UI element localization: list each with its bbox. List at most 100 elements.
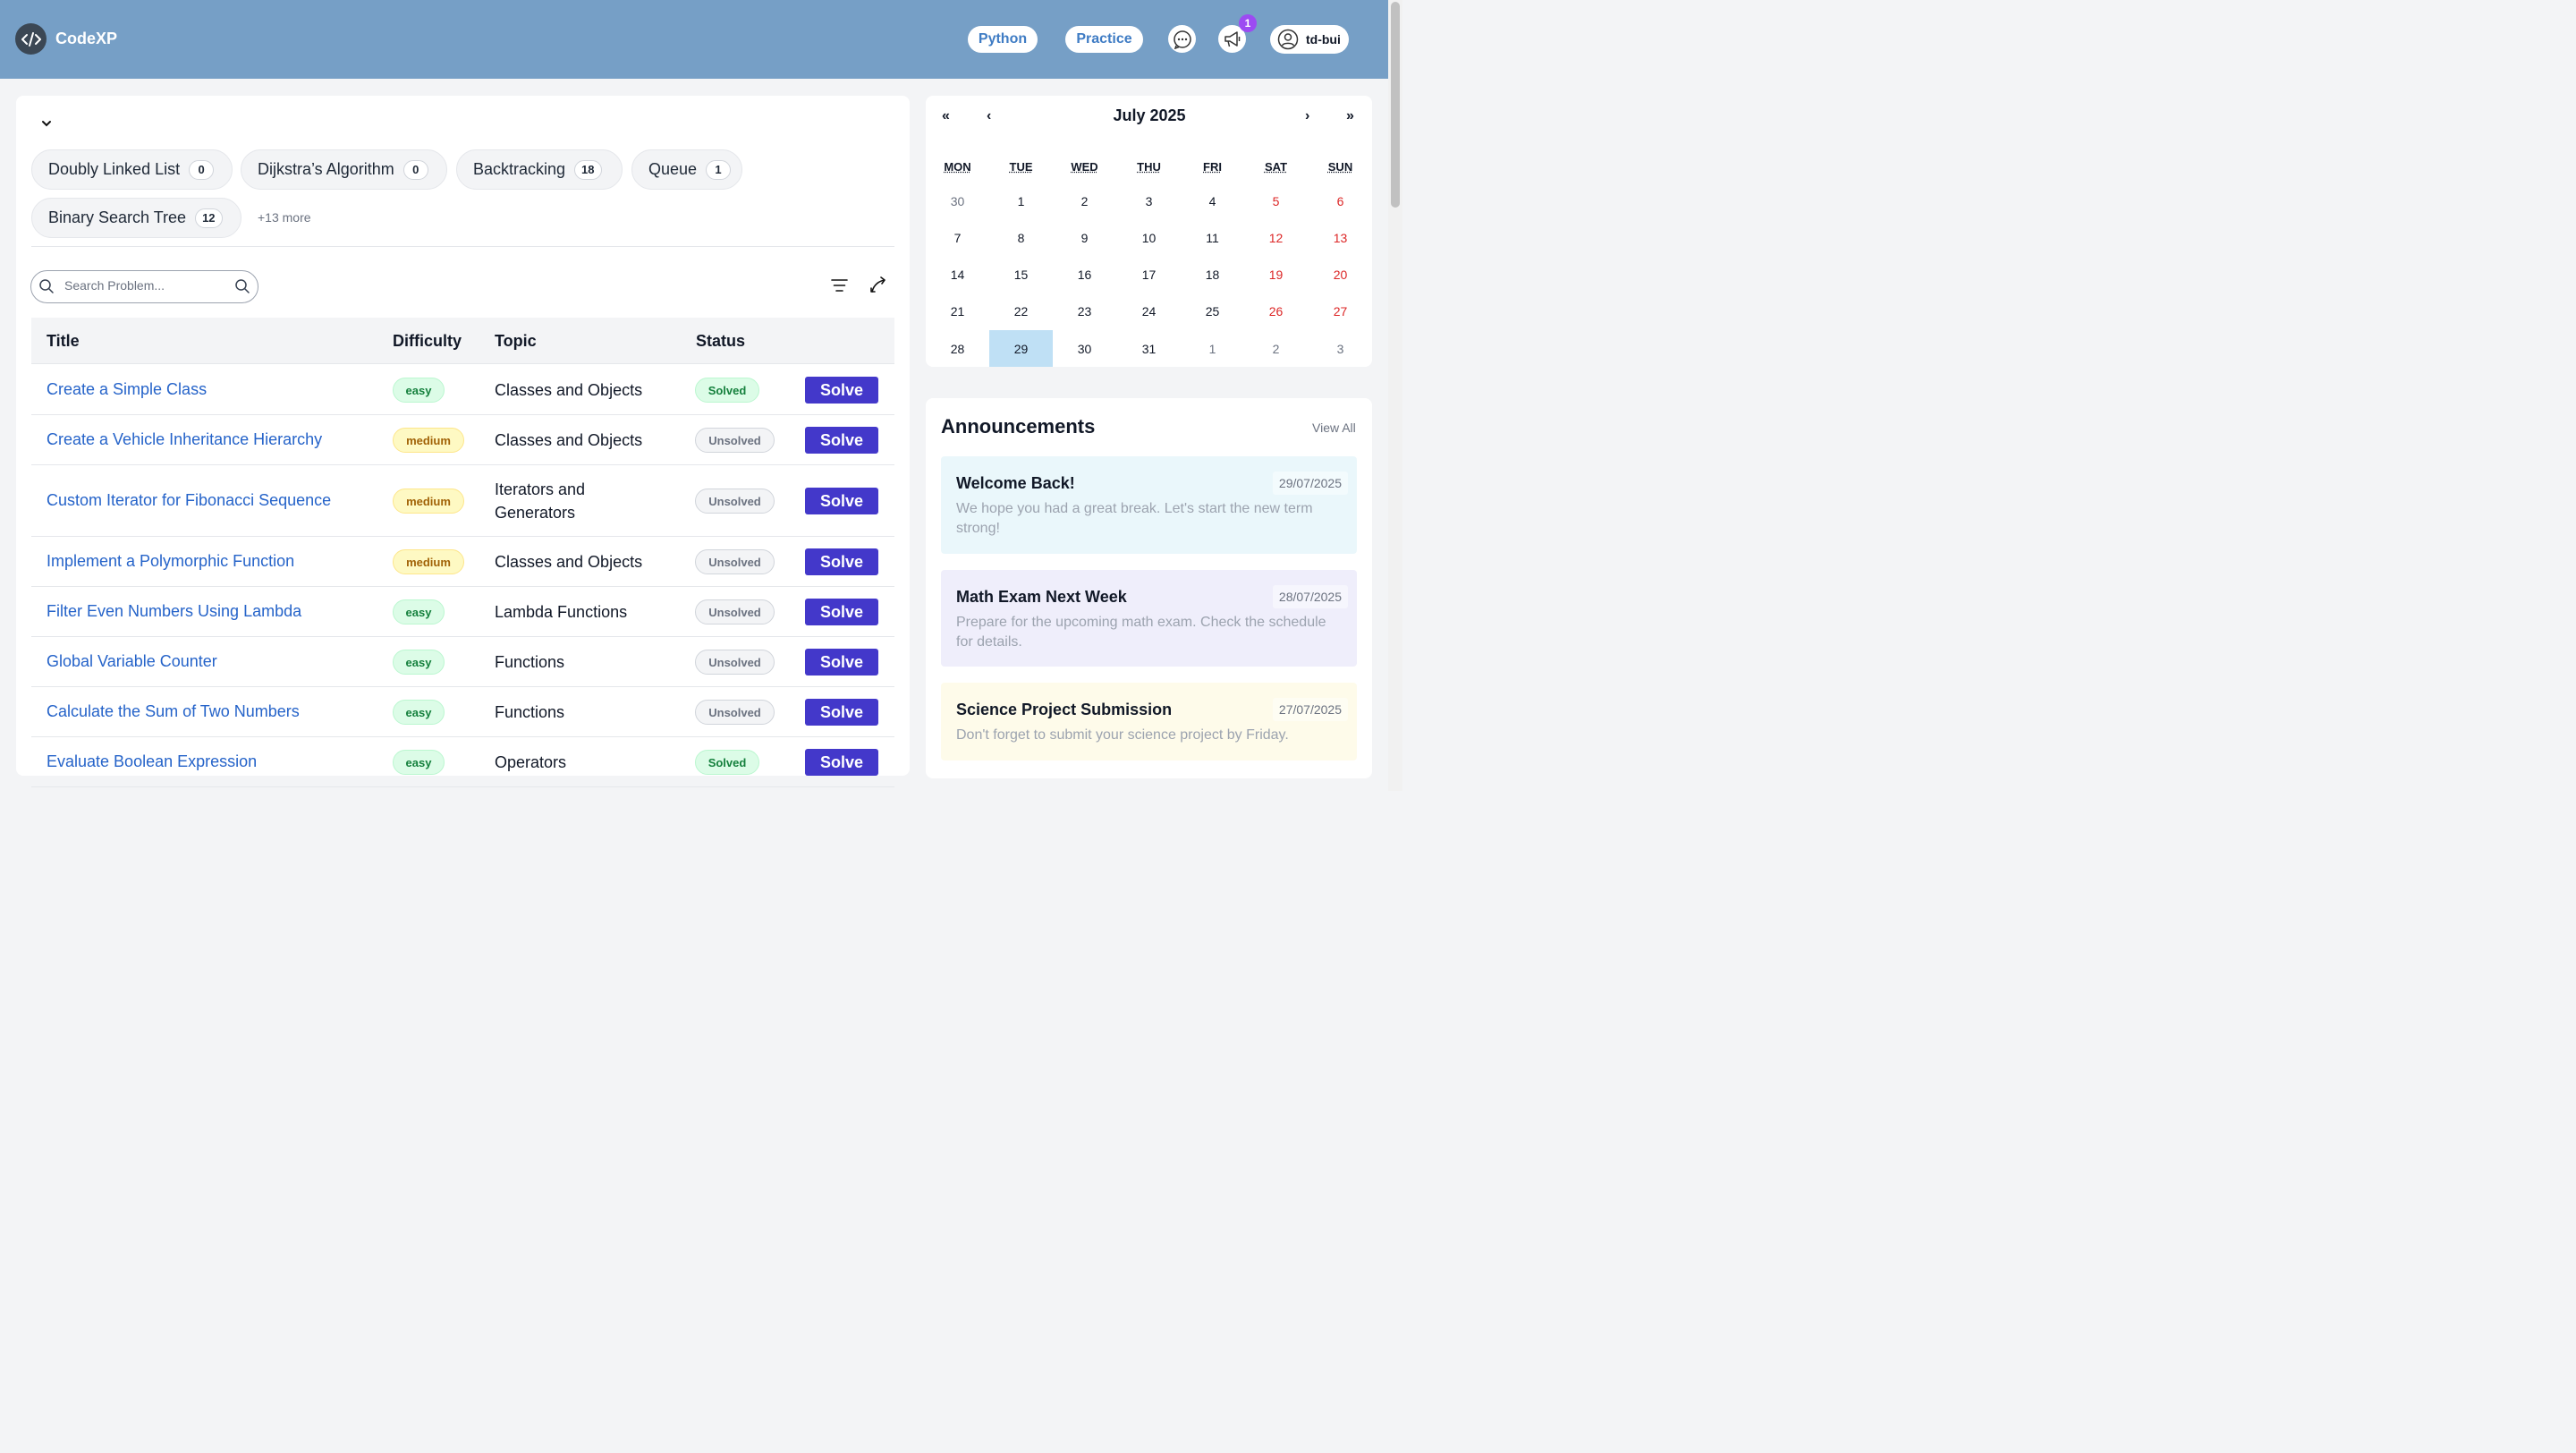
- calendar-next-month-button[interactable]: ›: [1305, 108, 1309, 124]
- problem-title-link[interactable]: Custom Iterator for Fibonacci Sequence: [47, 491, 331, 510]
- language-button[interactable]: Python: [968, 26, 1038, 53]
- calendar-day[interactable]: 16: [1053, 256, 1116, 293]
- calendar-day[interactable]: 28: [926, 330, 989, 367]
- calendar-day[interactable]: 2: [1053, 183, 1116, 219]
- tag-label: Queue: [648, 160, 698, 178]
- chat-button[interactable]: [1168, 25, 1196, 53]
- calendar-day[interactable]: 30: [1053, 330, 1116, 367]
- topic-cell: Lambda Functions: [495, 603, 628, 621]
- calendar-day[interactable]: 12: [1244, 219, 1308, 256]
- calendar-day[interactable]: 19: [1244, 256, 1308, 293]
- announcement-title: Welcome Back!: [956, 474, 1075, 492]
- more-tags-link[interactable]: +13 more: [258, 210, 311, 225]
- search-icon: [39, 279, 54, 293]
- calendar-prev-month-button[interactable]: ‹: [987, 108, 991, 124]
- calendar-next-year-button[interactable]: »: [1346, 108, 1354, 124]
- problem-title-link[interactable]: Create a Simple Class: [47, 380, 207, 399]
- column-header-status[interactable]: Status: [696, 332, 745, 351]
- chevron-down-icon[interactable]: [39, 116, 54, 131]
- calendar-day[interactable]: 1: [989, 183, 1053, 219]
- calendar-day[interactable]: 17: [1117, 256, 1181, 293]
- solve-button[interactable]: Solve: [805, 548, 878, 575]
- calendar-day[interactable]: 18: [1181, 256, 1244, 293]
- solve-button[interactable]: Solve: [805, 377, 878, 404]
- app-name: CodeXP: [55, 30, 118, 47]
- tag-chip[interactable]: Binary Search Tree 12: [31, 198, 242, 238]
- announcement-card[interactable]: Math Exam Next Week 28/07/2025 Prepare f…: [941, 570, 1357, 667]
- calendar-day[interactable]: 31: [1117, 330, 1181, 367]
- announcement-card[interactable]: Welcome Back! 29/07/2025 We hope you had…: [941, 456, 1357, 554]
- announcement-body: Don't forget to submit your science proj…: [956, 727, 1289, 743]
- search-submit-icon[interactable]: [234, 278, 250, 294]
- scrollbar-thumb[interactable]: [1391, 2, 1400, 208]
- calendar-day[interactable]: 14: [926, 256, 989, 293]
- calendar-day[interactable]: 20: [1309, 256, 1372, 293]
- calendar-prev-year-button[interactable]: «: [942, 108, 950, 124]
- calendar-day[interactable]: 23: [1053, 293, 1116, 329]
- calendar-day[interactable]: 3: [1309, 330, 1372, 367]
- calendar-day[interactable]: 4: [1181, 183, 1244, 219]
- calendar-day[interactable]: 29: [989, 330, 1053, 367]
- calendar-day[interactable]: 25: [1181, 293, 1244, 329]
- problem-title-link[interactable]: Global Variable Counter: [47, 652, 217, 671]
- calendar-day[interactable]: 11: [1181, 219, 1244, 256]
- solve-button[interactable]: Solve: [805, 699, 878, 726]
- tag-label: Doubly Linked List: [48, 160, 181, 178]
- tag-chip[interactable]: Queue 1: [631, 149, 742, 190]
- column-header-difficulty[interactable]: Difficulty: [393, 332, 462, 351]
- calendar-day[interactable]: 2: [1244, 330, 1308, 367]
- calendar-day[interactable]: 8: [989, 219, 1053, 256]
- calendar-day[interactable]: 10: [1117, 219, 1181, 256]
- topic-cell: Functions: [495, 703, 565, 721]
- problem-title-link[interactable]: Create a Vehicle Inheritance Hierarchy: [47, 430, 322, 449]
- calendar-day[interactable]: 6: [1309, 183, 1372, 219]
- calendar-day[interactable]: 9: [1053, 219, 1116, 256]
- calendar-day[interactable]: 22: [989, 293, 1053, 329]
- topic-cell: Classes and Objects: [495, 553, 643, 571]
- status-badge: Unsolved: [695, 650, 775, 675]
- calendar-day[interactable]: 15: [989, 256, 1053, 293]
- calendar-day[interactable]: 21: [926, 293, 989, 329]
- column-header-topic[interactable]: Topic: [495, 332, 537, 351]
- announcement-card[interactable]: Science Project Submission 27/07/2025 Do…: [941, 683, 1357, 760]
- announcements-heading: Announcements: [941, 415, 1096, 438]
- practice-button[interactable]: Practice: [1065, 26, 1143, 53]
- problem-title-link[interactable]: Filter Even Numbers Using Lambda: [47, 602, 301, 621]
- topic-cell: Classes and Objects: [495, 431, 643, 449]
- user-menu-button[interactable]: td-bui: [1270, 25, 1349, 54]
- filter-lines-icon[interactable]: [831, 278, 848, 293]
- row-divider: [31, 736, 894, 737]
- status-badge: Solved: [695, 378, 759, 403]
- status-badge: Solved: [695, 750, 759, 775]
- view-all-link[interactable]: View All: [1312, 421, 1356, 435]
- tag-chip[interactable]: Backtracking 18: [456, 149, 623, 190]
- solve-button[interactable]: Solve: [805, 599, 878, 625]
- tag-chip[interactable]: Doubly Linked List 0: [31, 149, 233, 190]
- tag-label: Backtracking: [473, 160, 566, 178]
- calendar-month-label[interactable]: July 2025: [1105, 106, 1194, 125]
- calendar-day[interactable]: 24: [1117, 293, 1181, 329]
- calendar-day[interactable]: 26: [1244, 293, 1308, 329]
- sort-arrows-icon[interactable]: [869, 276, 887, 294]
- weekday-label: TUE: [1009, 160, 1033, 174]
- problem-title-link[interactable]: Evaluate Boolean Expression: [47, 752, 257, 771]
- tag-count: 1: [706, 159, 732, 180]
- solve-button[interactable]: Solve: [805, 649, 878, 676]
- calendar-day[interactable]: 30: [926, 183, 989, 219]
- difficulty-badge: easy: [393, 650, 445, 675]
- calendar-day[interactable]: 27: [1309, 293, 1372, 329]
- calendar-day[interactable]: 13: [1309, 219, 1372, 256]
- problem-title-link[interactable]: Implement a Polymorphic Function: [47, 552, 294, 571]
- column-header-title[interactable]: Title: [47, 332, 80, 351]
- calendar-day[interactable]: 3: [1117, 183, 1181, 219]
- calendar-day[interactable]: 7: [926, 219, 989, 256]
- calendar-day[interactable]: 5: [1244, 183, 1308, 219]
- app-logo[interactable]: CodeXP: [15, 23, 117, 55]
- solve-button[interactable]: Solve: [805, 427, 878, 454]
- solve-button[interactable]: Solve: [805, 488, 878, 514]
- announcement-date: 28/07/2025: [1272, 585, 1348, 608]
- tag-chip[interactable]: Dijkstra’s Algorithm 0: [241, 149, 447, 190]
- solve-button[interactable]: Solve: [805, 749, 878, 776]
- problem-title-link[interactable]: Calculate the Sum of Two Numbers: [47, 702, 300, 721]
- calendar-day[interactable]: 1: [1181, 330, 1244, 367]
